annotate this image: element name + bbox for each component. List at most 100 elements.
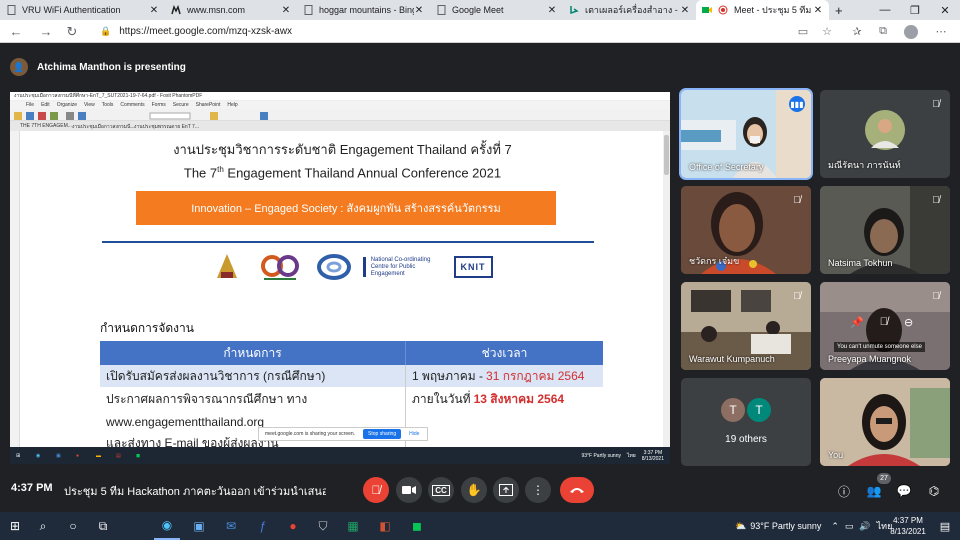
camera-toggle-button[interactable]	[396, 477, 422, 503]
refresh-icon[interactable]: ↻	[62, 20, 82, 43]
close-tab-icon[interactable]: ✕	[149, 5, 159, 16]
participant-tile[interactable]: 🎙̸ Warawut Kumpanuch	[681, 282, 811, 370]
store-icon[interactable]: ▣	[186, 512, 212, 540]
close-tab-icon[interactable]: ✕	[414, 5, 424, 16]
mic-toggle-button[interactable]: 🎙̸	[363, 477, 389, 503]
network-icon[interactable]: ▭	[845, 521, 854, 532]
raise-hand-button[interactable]: ✋	[461, 477, 487, 503]
scrollbar-thumb[interactable]	[664, 135, 669, 175]
participant-tile[interactable]: 📌 🎙̸ ⊖ You can't unmute someone else 🎙̸ …	[820, 282, 950, 370]
pdf-menu-item[interactable]: Forms	[152, 102, 166, 108]
pdf-sidebar	[10, 131, 20, 447]
facebook-icon[interactable]: ƒ	[250, 512, 276, 540]
participant-name: ชวัดกร เจ๋มข	[689, 256, 740, 266]
tab-title: www.msn.com	[187, 5, 246, 15]
minimize-icon[interactable]: —	[870, 0, 900, 20]
participant-tile-others[interactable]: T T 19 others	[681, 378, 811, 466]
tray-chevron-icon[interactable]: ⌃	[831, 521, 839, 532]
close-tab-icon[interactable]: ✕	[281, 5, 291, 16]
presenter-label: Atchima Manthon is presenting	[37, 61, 186, 73]
browser-tab-active[interactable]: Meet - ประชุม 5 ทีม Hac ✕	[696, 0, 829, 20]
pdf-menu-item[interactable]: Comments	[120, 102, 144, 108]
more-vert-icon: ⋮	[532, 483, 544, 497]
pdf-tab[interactable]: งานประชุมเมือกาวสงกรมนี...	[72, 123, 135, 131]
pdf-menu-item[interactable]: Edit	[41, 102, 50, 108]
activities-icon: ⌬	[928, 484, 940, 498]
powerpoint-icon[interactable]: ◧	[372, 512, 398, 540]
stop-sharing-button[interactable]: Stop sharing	[363, 429, 402, 439]
present-button[interactable]	[493, 477, 519, 503]
maximize-icon[interactable]: ❐	[900, 0, 930, 20]
task-view-icon[interactable]: ○	[60, 512, 86, 540]
browser-tab[interactable]: hoggar mountains - Bing ✕	[297, 0, 430, 20]
participant-name: You	[828, 450, 844, 460]
close-tab-icon[interactable]: ✕	[813, 5, 823, 16]
close-window-icon[interactable]: ✕	[930, 0, 960, 20]
search-icon[interactable]: ⌕	[30, 512, 56, 540]
remove-icon[interactable]: ⊖	[904, 316, 913, 329]
participant-tile[interactable]: ▮▮▮ Office of Secretary	[679, 88, 813, 180]
windows-start-icon[interactable]: ⊞	[2, 512, 28, 540]
activities-button[interactable]: ⌬	[923, 480, 945, 502]
menu-icon[interactable]: ⋯	[930, 20, 952, 43]
self-tile[interactable]: You	[820, 378, 950, 466]
meeting-details-button[interactable]: ⓘ	[833, 480, 855, 502]
pin-icon[interactable]: 📌	[850, 316, 864, 329]
excel-icon[interactable]: ▦	[340, 512, 366, 540]
30-years-logo	[258, 252, 302, 282]
pdf-menu-item[interactable]: File	[26, 102, 34, 108]
edge-icon[interactable]: ◉	[154, 512, 180, 540]
pdf-menu-item[interactable]: Organize	[57, 102, 77, 108]
participant-count-badge: 27	[877, 473, 891, 484]
pdf-tab[interactable]: THE 7TH ENGAGEM...	[20, 123, 72, 129]
security-icon[interactable]: ⛉	[310, 512, 336, 540]
volume-icon[interactable]: 🔊	[859, 521, 870, 532]
pdf-menu-item[interactable]: Tools	[102, 102, 114, 108]
pdf-menu-item[interactable]: Secure	[173, 102, 189, 108]
widgets-icon[interactable]: ⧉	[90, 512, 116, 540]
inner-taskbar: ⊞ ◉ ▣ ● ▬ ▤ ◼ 93°F Partly sunny ไทย 3:37…	[10, 447, 670, 464]
favorite-star-icon[interactable]: ☆	[816, 20, 838, 43]
participant-tile[interactable]: 🎙̸ Natsima Tokhun	[820, 186, 950, 274]
camera-icon[interactable]: ▭	[792, 20, 814, 43]
table-cell	[405, 411, 603, 433]
notifications-icon[interactable]: ▤	[932, 512, 958, 540]
mic-off-icon[interactable]: 🎙̸	[880, 316, 888, 329]
pdf-menu-item[interactable]: View	[84, 102, 95, 108]
browser-tab[interactable]: เตาเผลอร์เครื่องสำอาง - Bing i ✕	[563, 0, 696, 20]
more-options-button[interactable]: ⋮	[525, 477, 551, 503]
browser-tab[interactable]: Google Meet ✕	[430, 0, 563, 20]
leave-call-button[interactable]	[560, 477, 594, 503]
weather-text[interactable]: 93°F Partly sunny	[750, 521, 821, 531]
close-tab-icon[interactable]: ✕	[547, 5, 557, 16]
browser-tab[interactable]: www.msn.com ✕	[165, 0, 297, 20]
chrome-icon[interactable]: ●	[280, 512, 306, 540]
document-icon	[436, 5, 446, 15]
taskbar-clock[interactable]: 4:37 PM 8/13/2021	[886, 515, 930, 537]
collections-icon[interactable]: ⧉	[872, 20, 894, 43]
pdf-menu-item[interactable]: Help	[227, 102, 237, 108]
pdf-document-page: งานประชุมวิชาการระดับชาติ Engagement Tha…	[22, 131, 663, 447]
new-tab-button[interactable]: +	[829, 0, 851, 20]
tab-title: hoggar mountains - Bing	[319, 5, 414, 15]
participant-tile[interactable]: 🎙̸ ชวัดกร เจ๋มข	[681, 186, 811, 274]
browser-tab[interactable]: VRU WiFi Authentication ✕	[0, 0, 165, 20]
hide-button[interactable]: Hide	[409, 431, 419, 437]
pdf-scrollbar[interactable]	[663, 131, 670, 447]
captions-button[interactable]: CC	[428, 477, 454, 503]
chat-button[interactable]: 💬	[893, 480, 915, 502]
back-icon[interactable]: ←	[6, 20, 26, 43]
pdf-menu-item[interactable]: SharePoint	[196, 102, 221, 108]
pdf-tab[interactable]: งานประชุมพรรณดาย EnT 7...	[134, 123, 199, 131]
participant-tile[interactable]: 🎙̸ มณีรัตนา ภารนันท์	[820, 90, 950, 178]
forward-icon[interactable]: →	[36, 20, 56, 43]
url-field[interactable]: 🔒 https://meet.google.com/mzq-xzsk-awx	[94, 23, 824, 40]
profile-avatar[interactable]	[900, 20, 922, 43]
mail-icon[interactable]: ✉	[218, 512, 244, 540]
favorites-icon[interactable]: ✰	[846, 20, 868, 43]
hand-icon: ✋	[466, 483, 482, 497]
info-icon: ⓘ	[837, 484, 850, 499]
edge-icon: ◉	[36, 452, 41, 459]
close-tab-icon[interactable]: ✕	[680, 5, 690, 16]
line-icon[interactable]: ◼	[404, 512, 430, 540]
